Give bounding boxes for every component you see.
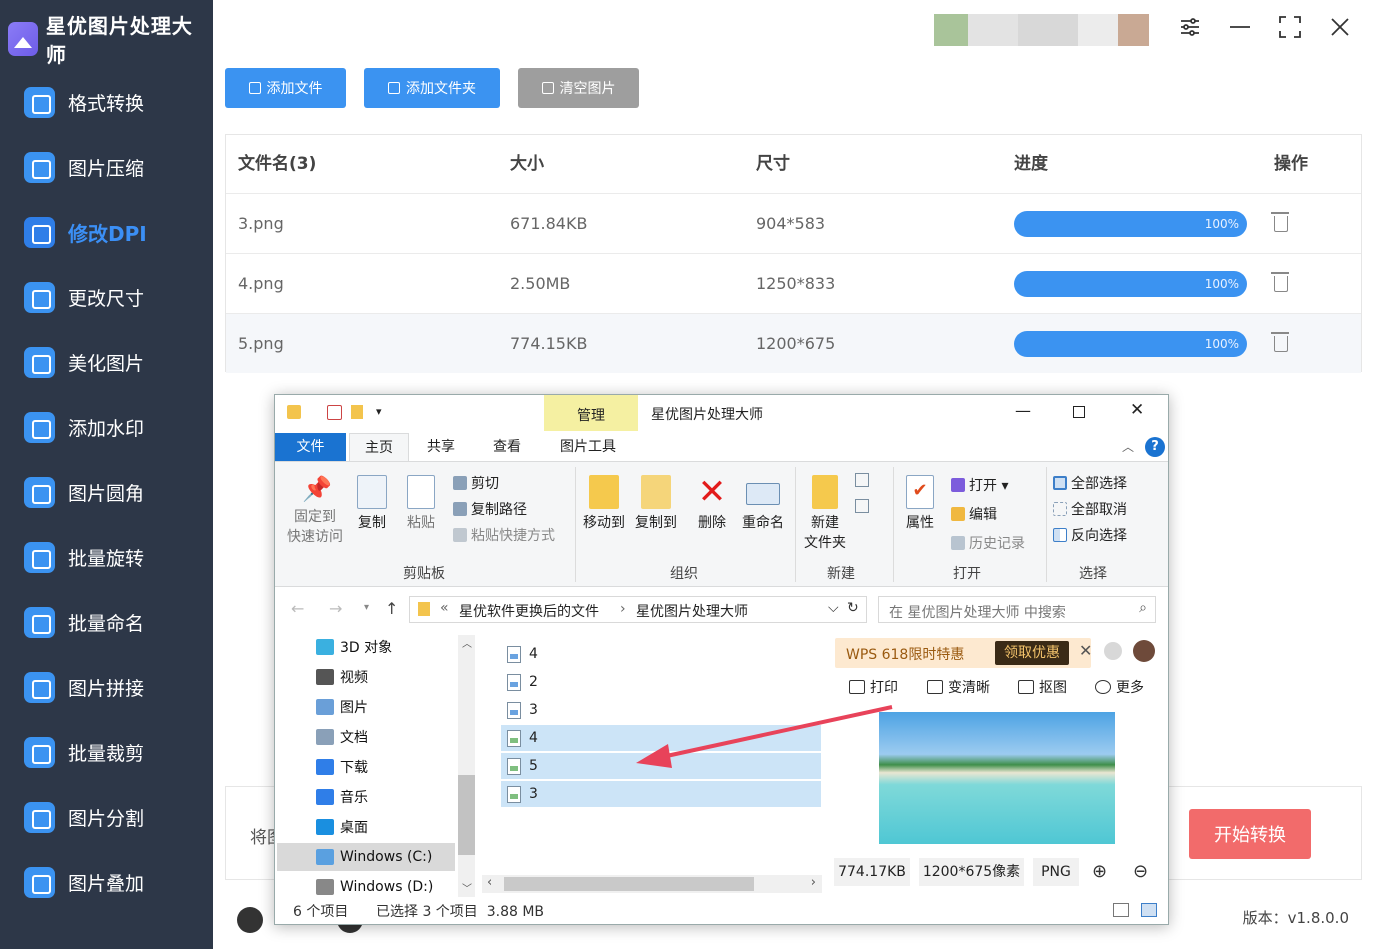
annotation-arrow (636, 705, 893, 768)
